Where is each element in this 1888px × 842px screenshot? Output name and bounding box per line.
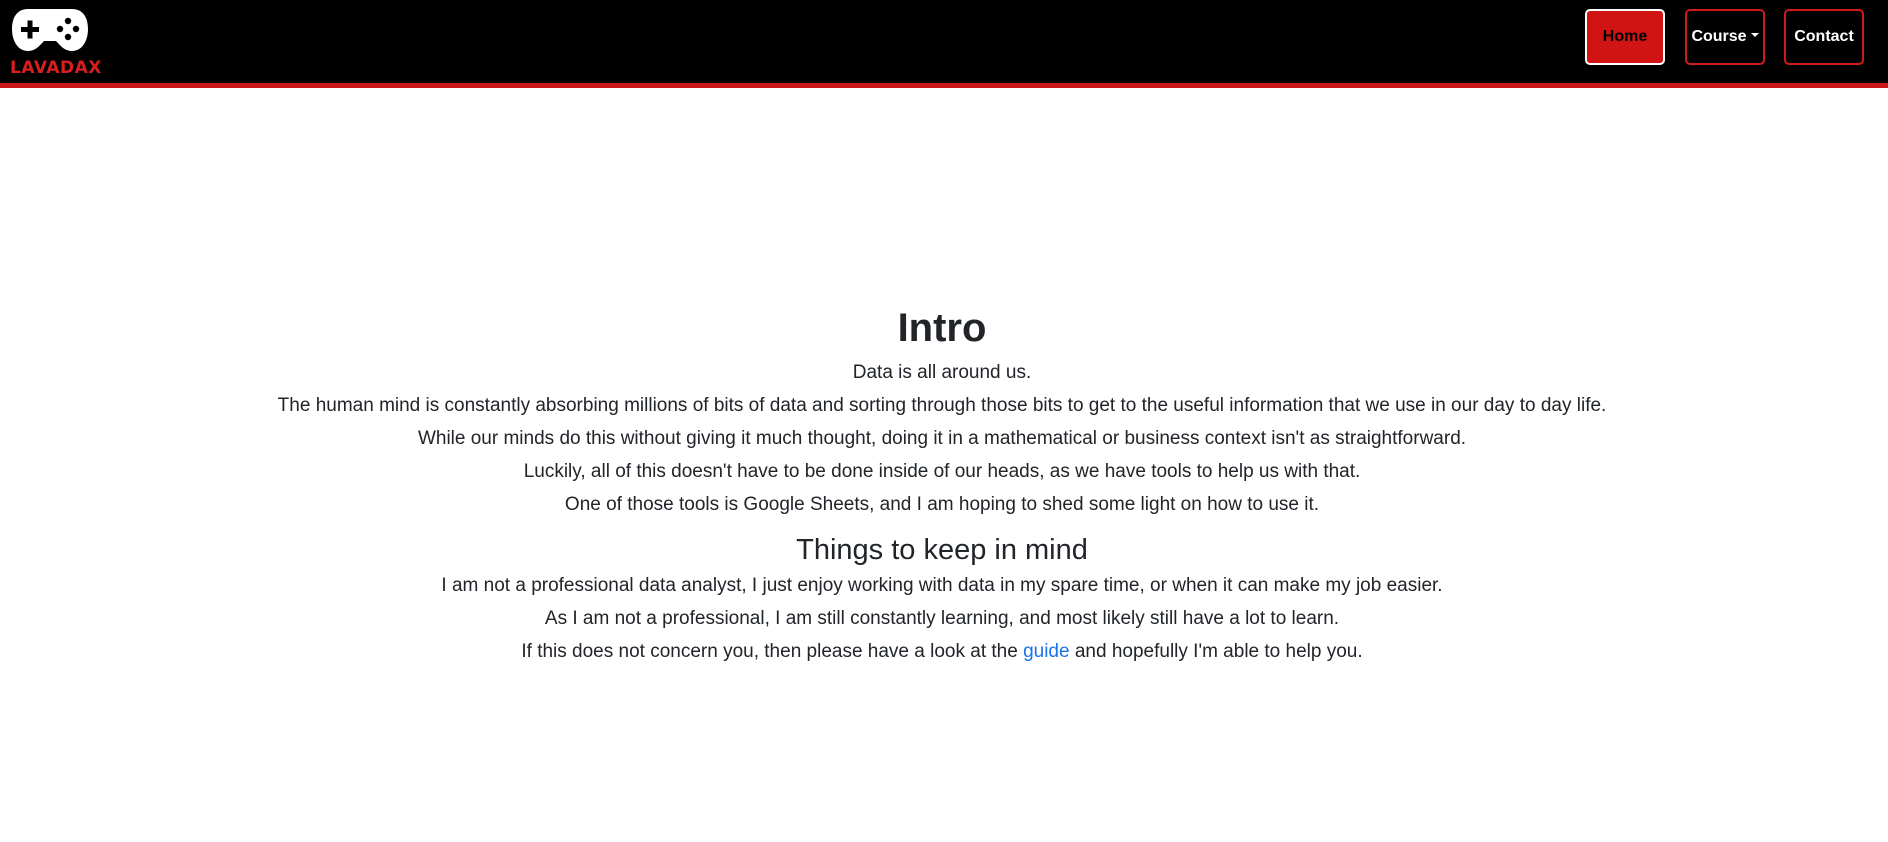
keep-paragraph: I am not a professional data analyst, I … — [441, 575, 1443, 596]
intro-paragraph: One of those tools is Google Sheets, and… — [564, 494, 1320, 515]
guide-link[interactable]: guide — [1023, 641, 1070, 662]
nav-contact-button[interactable]: Contact — [1784, 9, 1864, 65]
nav-course-label: Course — [1691, 28, 1747, 45]
main-content: Intro Data is all around us. The human m… — [0, 300, 1884, 668]
guide-line-before: If this does not concern you, then pleas… — [521, 641, 1024, 662]
intro-heading: Intro — [897, 306, 987, 350]
guide-line: If this does not concern you, then pleas… — [0, 635, 1884, 668]
keep-in-mind-heading: Things to keep in mind — [796, 534, 1088, 566]
gamepad-icon — [12, 9, 88, 51]
intro-paragraph: Luckily, all of this doesn't have to be … — [523, 461, 1361, 482]
keep-paragraph: As I am not a professional, I am still c… — [544, 608, 1340, 629]
nav-home-button[interactable]: Home — [1585, 9, 1665, 65]
caret-down-icon — [1750, 33, 1759, 37]
intro-paragraph: The human mind is constantly absorbing m… — [277, 395, 1607, 416]
intro-paragraph: Data is all around us. — [852, 362, 1032, 383]
intro-paragraph: While our minds do this without giving i… — [417, 428, 1467, 449]
brand-logo[interactable]: LAVADAX — [10, 5, 102, 79]
nav-home-label: Home — [1602, 28, 1648, 45]
brand-name: LAVADAX — [10, 58, 102, 78]
guide-line-after: and hopefully I'm able to help you. — [1069, 641, 1363, 662]
navbar: LAVADAX Home Course Contact — [0, 0, 1888, 88]
nav-contact-label: Contact — [1794, 28, 1854, 45]
nav-course-dropdown[interactable]: Course — [1685, 9, 1765, 65]
